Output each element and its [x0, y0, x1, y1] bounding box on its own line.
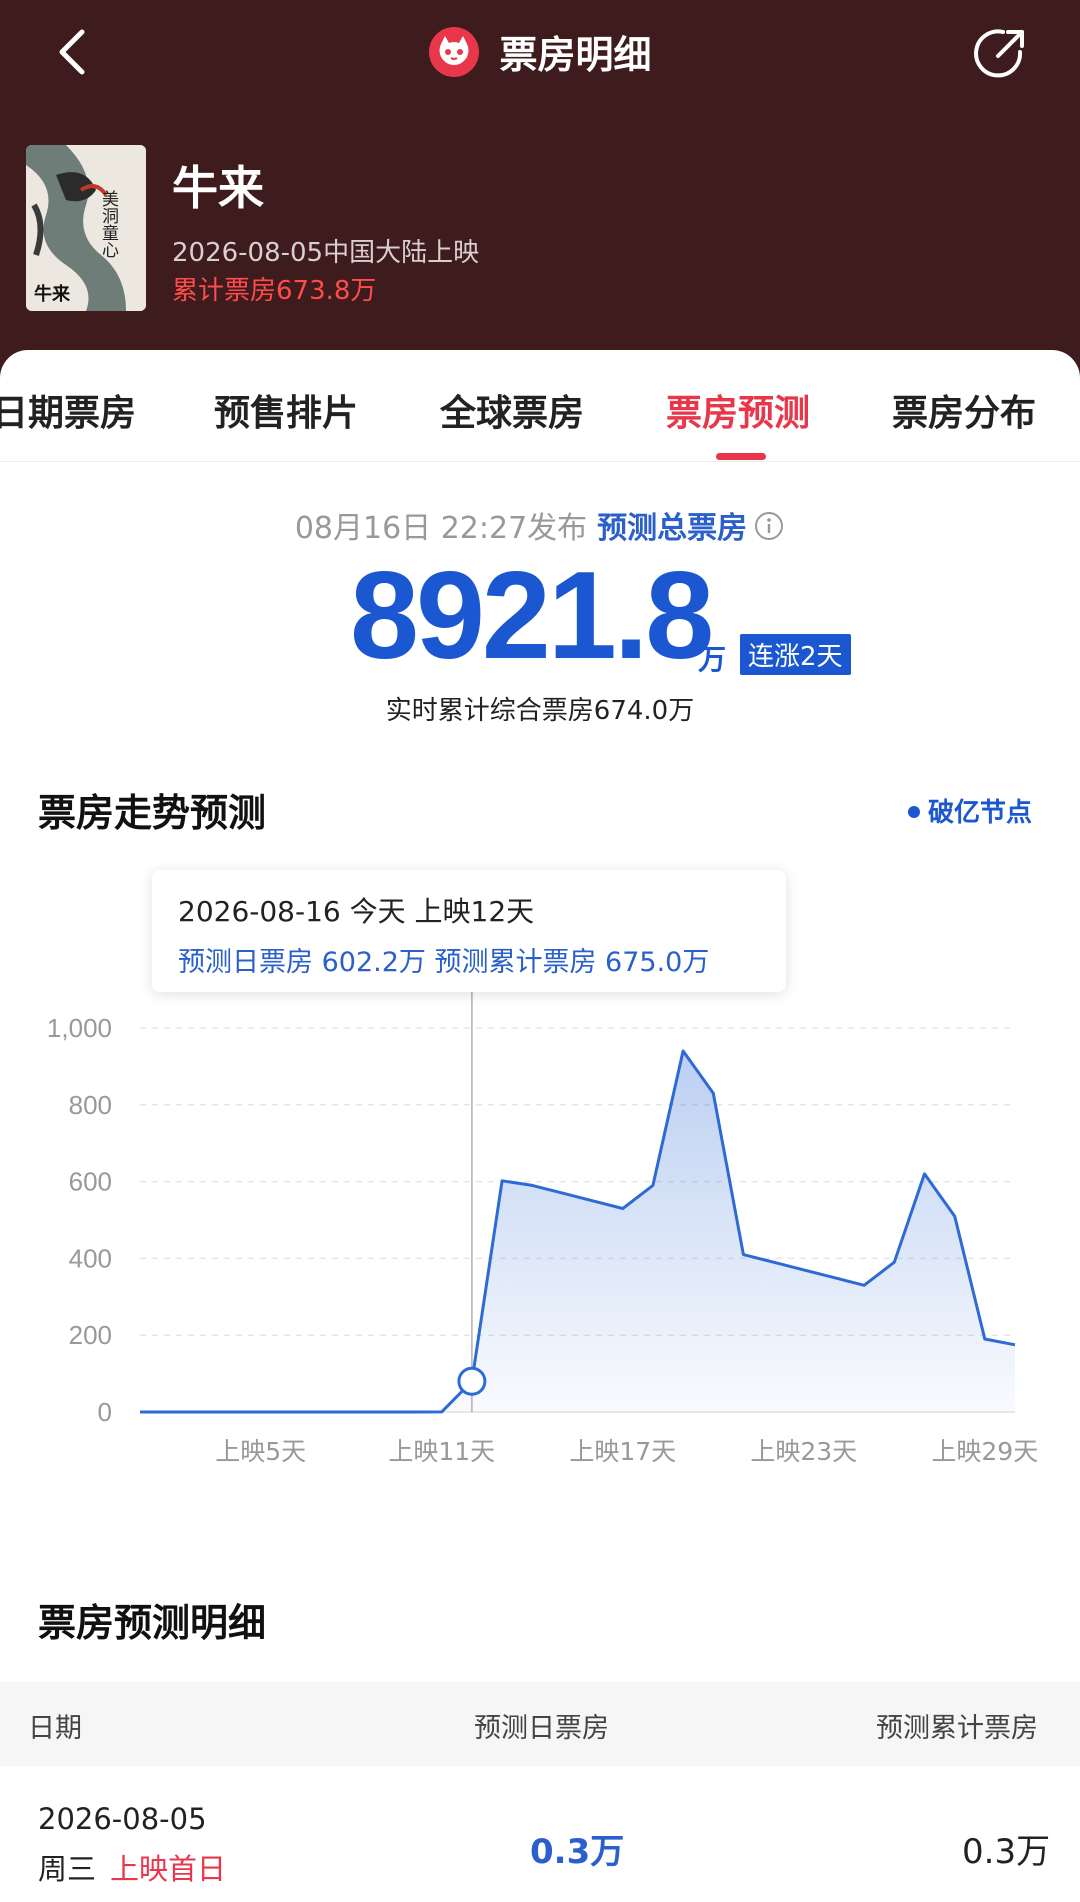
tab-divider: [0, 461, 1080, 462]
share-icon[interactable]: [970, 24, 1030, 84]
trend-section-title: 票房走势预测: [38, 791, 267, 835]
x-tick-label: 上映17天: [569, 1437, 676, 1466]
x-tick-label: 上映23天: [750, 1437, 857, 1466]
y-tick-label: 400: [69, 1243, 112, 1273]
x-tick-label: 上映29天: [931, 1437, 1038, 1466]
row-date: 2026-08-05: [38, 1802, 207, 1836]
forecast-total-label: 预测总票房: [597, 511, 748, 546]
publish-time: 08月16日 22:27发布: [294, 511, 588, 546]
forecast-total-unit: 万: [698, 643, 727, 676]
header-daily: 预测日票房: [474, 1713, 609, 1744]
highlight-point[interactable]: [457, 1366, 487, 1396]
forecast-total-value: 8921.8: [350, 547, 714, 685]
y-tick-label: 1,000: [47, 1013, 112, 1043]
table-header: 日期 预测日票房 预测累计票房: [0, 1682, 1080, 1766]
cat-logo-icon: [429, 26, 480, 77]
legend-dot-icon: [908, 806, 920, 818]
tab-forecast[interactable]: 票房预测: [666, 384, 810, 436]
tab-global[interactable]: 全球票房: [440, 384, 584, 436]
row-cumulative-value: 0.3万: [962, 1832, 1051, 1872]
active-tab-indicator: [716, 453, 766, 460]
chart-tooltip: 2026-08-16 今天 上映12天 预测日票房 602.2万 预测累计票房 …: [152, 870, 786, 992]
y-tick-label: 0: [98, 1397, 112, 1427]
breakpoint-label: 破亿节点: [928, 798, 1033, 828]
breakpoint-legend[interactable]: 破亿节点: [908, 792, 1032, 829]
poster-tagline: 美洞童心: [98, 190, 119, 258]
forecast-publish-line: 08月16日 22:27发布 预测总票房: [0, 503, 1080, 547]
row-daily-value: 0.3万: [530, 1832, 625, 1872]
row-tag: 上映首日: [110, 1852, 227, 1886]
x-tick-label: 上映11天: [388, 1437, 495, 1466]
streak-badge: 连涨2天: [740, 634, 851, 675]
header-date: 日期: [28, 1713, 82, 1744]
info-icon[interactable]: [753, 510, 785, 542]
row-weekday: 周三 上映首日: [38, 1846, 226, 1888]
header-cumulative: 预测累计票房: [876, 1713, 1038, 1744]
poster-title: 牛来: [34, 283, 71, 305]
release-info: 2026-08-05中国大陆上映: [172, 238, 480, 268]
page-title: 票房明细: [499, 33, 652, 77]
cumulative-box-office: 累计票房673.8万: [172, 276, 377, 306]
x-tick-label: 上映5天: [215, 1437, 306, 1466]
tab-daily-box-office[interactable]: 日期票房: [0, 384, 136, 436]
detail-section-title: 票房预测明细: [38, 1601, 267, 1645]
tooltip-date-line: 2026-08-16 今天 上映12天: [178, 895, 535, 928]
y-tick-label: 200: [69, 1320, 112, 1350]
tab-distribution[interactable]: 票房分布: [892, 384, 1036, 436]
y-tick-label: 800: [69, 1090, 112, 1120]
tooltip-value-line: 预测日票房 602.2万 预测累计票房 675.0万: [178, 947, 710, 978]
movie-poster[interactable]: 美洞童心 牛来: [26, 145, 146, 311]
realtime-cumulative: 实时累计综合票房674.0万: [385, 696, 695, 726]
movie-title: 牛来: [172, 161, 264, 215]
y-tick-label: 600: [69, 1167, 112, 1197]
forecast-trend-chart[interactable]: 0 200 400 600 800 1,000 上映5天 上映11天 上映17天 上映23天 上映…: [0, 990, 1080, 1470]
table-row[interactable]: 2026-08-05 周三 上映首日 0.3万 0.3万: [0, 1766, 1080, 1902]
tab-presale[interactable]: 预售排片: [214, 384, 358, 436]
tab-bar: 日期票房 预售排片 全球票房 票房预测 票房分布: [0, 368, 1080, 462]
row-weekday-text: 周三: [38, 1852, 97, 1886]
